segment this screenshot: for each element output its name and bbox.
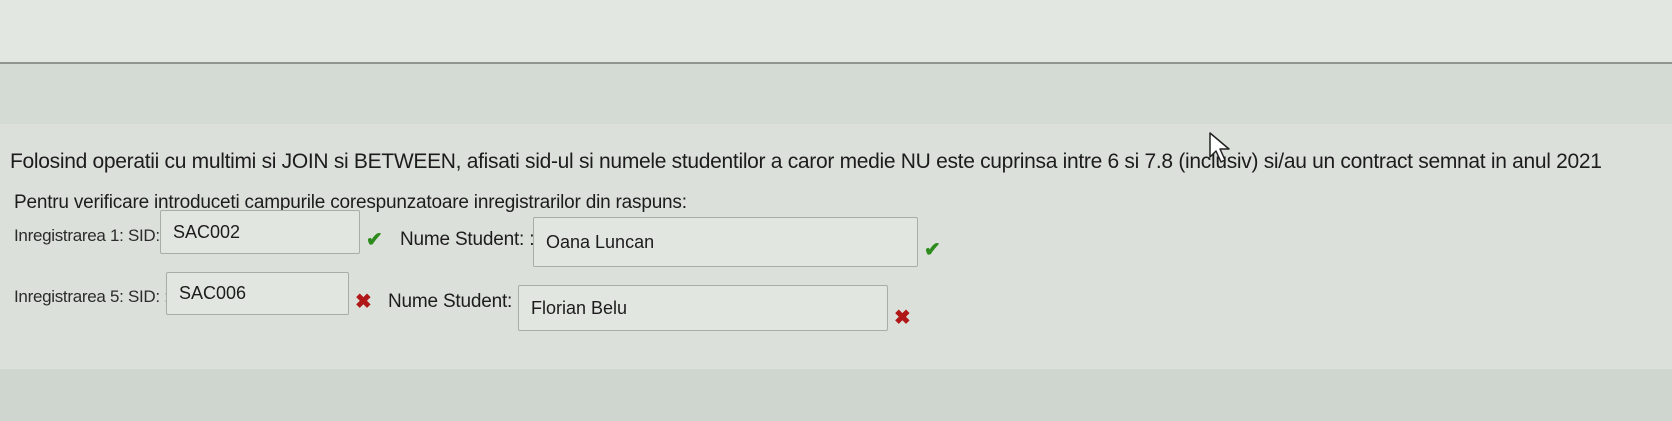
row-1-name-label: Nume Student: : [400,229,535,250]
row-2-name-label: Nume Student: : [388,291,523,312]
top-band [0,0,1672,64]
spacer-band [0,64,1672,124]
cross-icon: ✖ [355,291,372,313]
row-2-name-input[interactable]: Florian Belu [518,285,888,331]
question-text: Folosind operatii cu multimi si JOIN si … [10,150,1602,173]
row-1-name-input[interactable]: Oana Luncan [533,217,918,267]
row-2-sid-input[interactable]: SAC006 [166,272,349,315]
checkmark-icon: ✔ [366,229,383,251]
row-2-label: Inregistrarea 5: SID: : [14,287,169,306]
bottom-band [0,369,1672,421]
row-1-sid-input[interactable]: SAC002 [160,210,360,254]
checkmark-icon: ✔ [924,239,941,261]
row-1-label: Inregistrarea 1: SID: : [14,226,169,245]
mouse-cursor-icon [1209,132,1230,163]
cross-icon: ✖ [894,307,911,329]
